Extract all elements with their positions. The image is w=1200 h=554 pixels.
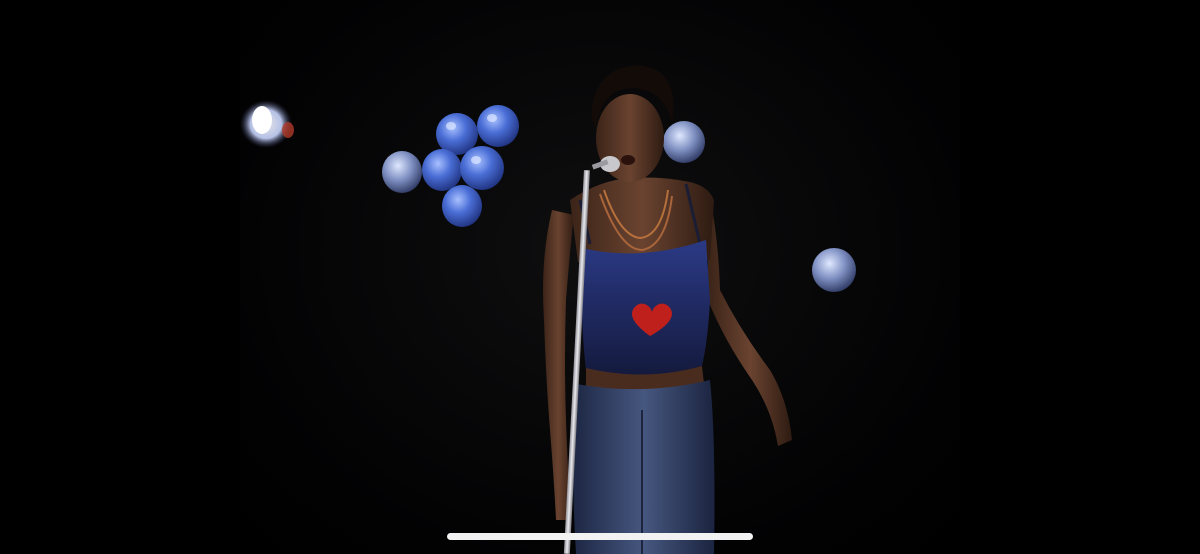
- home-indicator[interactable]: [447, 533, 753, 540]
- balloon: [663, 121, 705, 163]
- balloon-cluster: [382, 105, 519, 227]
- video-frame[interactable]: [240, 0, 960, 554]
- video-scene: [240, 65, 856, 554]
- balloon: [812, 248, 856, 292]
- fullscreen-video-player[interactable]: [0, 0, 1200, 554]
- stage-light: [240, 100, 294, 148]
